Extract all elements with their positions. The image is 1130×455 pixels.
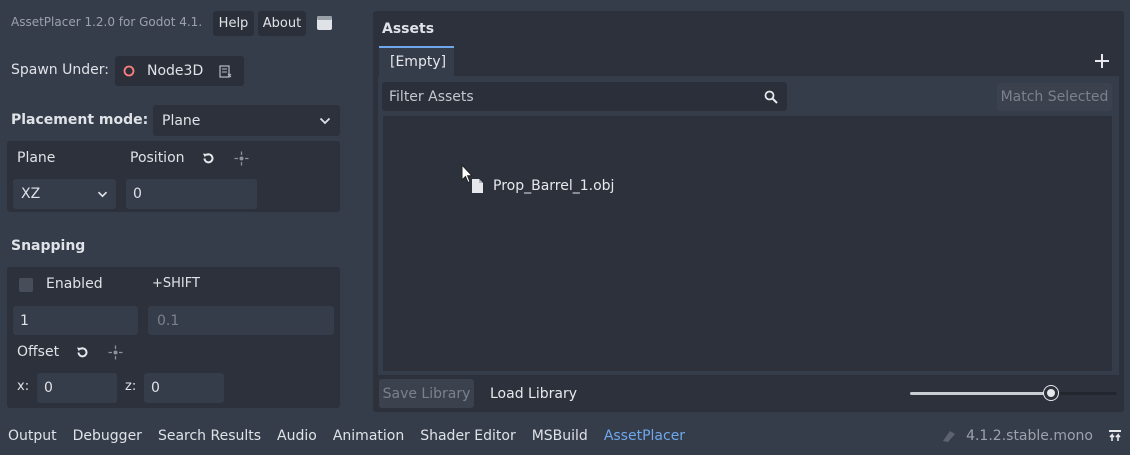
tab-output[interactable]: Output xyxy=(0,428,65,444)
tab-empty[interactable]: [Empty] xyxy=(379,46,454,76)
filter-assets-placeholder: Filter Assets xyxy=(389,88,474,105)
plane-position-input[interactable]: 0 xyxy=(126,179,257,209)
chevron-down-icon xyxy=(97,191,108,198)
plane-label: Plane xyxy=(17,150,56,166)
help-button[interactable]: Help xyxy=(213,11,254,36)
pick-offset-icon[interactable] xyxy=(108,345,123,360)
pick-position-icon[interactable] xyxy=(234,151,249,166)
offset-x-input[interactable]: 0 xyxy=(37,373,117,403)
slider-grabber[interactable] xyxy=(1044,386,1058,400)
tab-search-results[interactable]: Search Results xyxy=(150,428,269,444)
add-tab-icon[interactable] xyxy=(1094,53,1110,69)
expand-panel-icon[interactable] xyxy=(1108,430,1122,442)
reset-position-icon[interactable] xyxy=(201,151,216,166)
load-library-button[interactable]: Load Library xyxy=(481,379,586,408)
snapping-step-input[interactable]: 1 xyxy=(13,306,138,335)
chevron-down-icon xyxy=(319,117,331,125)
plugin-title: AssetPlacer 1.2.0 for Godot 4.1. xyxy=(11,15,203,29)
offset-label: Offset xyxy=(17,344,60,360)
offset-z-input[interactable]: 0 xyxy=(144,373,224,403)
snapping-enabled-checkbox[interactable] xyxy=(19,278,33,292)
match-selected-button[interactable]: Match Selected xyxy=(997,83,1112,111)
load-library-label: Load Library xyxy=(490,385,577,402)
spawn-under-label: Spawn Under: xyxy=(11,62,109,78)
placement-mode-label: Placement mode: xyxy=(11,112,149,128)
spawn-node-name: Node3D xyxy=(147,63,204,79)
bottom-panel-tabs: Output Debugger Search Results Audio Ani… xyxy=(0,419,693,453)
plane-axis-select[interactable]: XZ xyxy=(13,179,116,209)
snapping-shift-label: +SHIFT xyxy=(152,276,200,291)
plane-axis-value: XZ xyxy=(21,186,41,202)
window-icon[interactable] xyxy=(316,15,333,31)
assets-title: Assets xyxy=(382,21,435,37)
tab-debugger[interactable]: Debugger xyxy=(65,428,150,444)
search-icon xyxy=(764,90,778,104)
placement-mode-select[interactable]: Plane xyxy=(153,105,340,136)
asset-item[interactable]: Prop_Barrel_1.obj xyxy=(471,178,614,194)
save-library-button[interactable]: Save Library xyxy=(379,379,474,408)
tab-animation[interactable]: Animation xyxy=(325,428,412,444)
tab-shader-editor[interactable]: Shader Editor xyxy=(412,428,523,444)
tab-msbuild[interactable]: MSBuild xyxy=(524,428,596,444)
asset-item-name: Prop_Barrel_1.obj xyxy=(493,178,615,194)
snapping-title: Snapping xyxy=(11,238,86,254)
update-spinner-icon xyxy=(941,429,957,443)
offset-z-label: z: xyxy=(125,379,137,394)
thumbnail-size-slider[interactable] xyxy=(910,385,1117,401)
status-area: 4.1.2.stable.mono xyxy=(941,419,1122,453)
tab-assetplacer[interactable]: AssetPlacer xyxy=(596,428,693,444)
godot-version: 4.1.2.stable.mono xyxy=(966,428,1093,444)
tab-empty-label: [Empty] xyxy=(390,54,447,70)
placement-mode-value: Plane xyxy=(162,112,201,129)
offset-x-label: x: xyxy=(17,379,30,394)
reset-offset-icon[interactable] xyxy=(75,345,90,360)
spawn-node-button[interactable]: Node3D xyxy=(115,56,244,86)
node-select-icon xyxy=(219,64,232,78)
snapping-enabled-label: Enabled xyxy=(46,276,103,292)
slider-fill xyxy=(910,392,1051,395)
position-label: Position xyxy=(130,150,185,166)
filter-assets-input[interactable]: Filter Assets xyxy=(382,82,787,111)
node3d-icon xyxy=(123,65,135,77)
about-button[interactable]: About xyxy=(258,11,306,36)
snapping-shift-input[interactable]: 0.1 xyxy=(148,306,334,335)
asset-grid xyxy=(383,116,1112,371)
mouse-cursor-icon xyxy=(461,164,473,184)
tab-audio[interactable]: Audio xyxy=(269,428,325,444)
